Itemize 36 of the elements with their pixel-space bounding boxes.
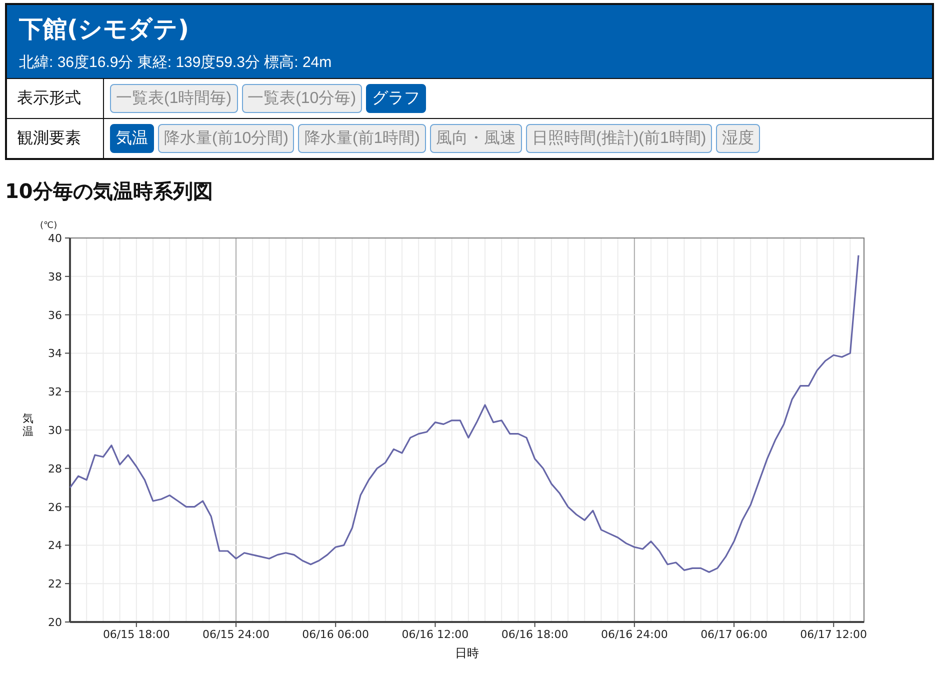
x-tick-label: 06/16 12:00 [402, 628, 469, 641]
x-tick-label: 06/17 06:00 [700, 628, 768, 641]
y-axis-label: 気温 [22, 412, 34, 438]
station-location: 北緯: 36度16.9分 東経: 139度59.3分 標高: 24m [19, 53, 333, 72]
y-tick-label: 34 [48, 347, 62, 360]
y-tick-label: 38 [48, 270, 62, 284]
y-tick-label: 36 [48, 308, 62, 322]
option-button[interactable]: グラフ [366, 84, 426, 113]
x-tick-label: 06/17 12:00 [800, 628, 868, 641]
option-button[interactable]: 降水量(前1時間) [298, 124, 426, 153]
x-tick-label: 06/15 24:00 [202, 628, 270, 641]
option-button[interactable]: 一覧表(10分毎) [242, 84, 362, 113]
option-button[interactable]: 一覧表(1時間毎) [110, 84, 238, 113]
x-tick-label: 06/16 18:00 [501, 628, 568, 641]
y-tick-label: 32 [48, 386, 62, 399]
y-tick-label: 24 [48, 539, 62, 552]
chart-title: 10分毎の気温時系列図 [5, 178, 213, 205]
station-name: 下館(シモダテ) [19, 14, 190, 45]
x-tick-label: 06/15 18:00 [102, 628, 170, 641]
y-tick-label: 26 [48, 500, 62, 514]
y-tick-label: 28 [48, 462, 62, 476]
y-tick-label: 22 [48, 578, 62, 591]
option-button[interactable]: 湿度 [716, 124, 760, 153]
x-tick-label: 06/16 24:00 [600, 628, 668, 641]
option-button[interactable]: 気温 [110, 124, 154, 153]
option-button[interactable]: 日照時間(推計)(前1時間) [526, 124, 712, 153]
x-axis-label: 日時 [455, 646, 479, 660]
y-tick-label: 20 [48, 616, 62, 629]
row-label: 表示形式 [7, 79, 104, 118]
y-tick-label: 30 [48, 424, 62, 437]
option-button[interactable]: 降水量(前10分間) [158, 124, 294, 153]
y-tick-label: 40 [48, 232, 62, 245]
option-button[interactable]: 風向・風速 [430, 124, 522, 153]
row-label: 観測要素 [7, 119, 104, 158]
x-tick-label: 06/16 06:00 [302, 628, 370, 641]
unit-label: (℃) [40, 221, 58, 231]
